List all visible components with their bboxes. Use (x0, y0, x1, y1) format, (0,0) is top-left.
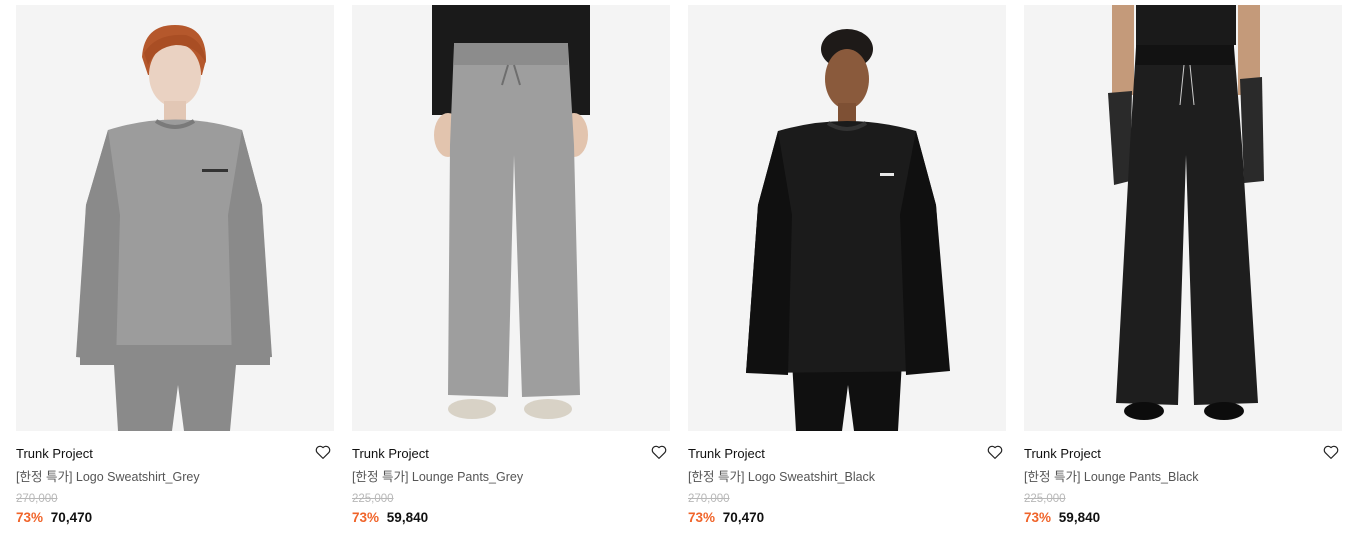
heart-outline-icon[interactable] (986, 443, 1004, 461)
product-name[interactable]: [한정 특가] Lounge Pants_Black (1024, 469, 1342, 485)
discount-rate: 73% (16, 510, 44, 525)
product-card[interactable]: Trunk Project [한정 특가] Lounge Pants_Black… (1024, 5, 1342, 526)
sale-price: 59,840 (1058, 510, 1101, 525)
sweatshirt-model-photo (746, 29, 950, 431)
product-image[interactable] (1024, 5, 1342, 431)
heart-outline-icon[interactable] (314, 443, 332, 461)
discount-rate: 73% (688, 510, 716, 525)
price-row: 73% 70,470 (16, 510, 334, 526)
original-price: 270,000 (688, 493, 730, 505)
product-image[interactable] (16, 5, 334, 431)
product-grid: Trunk Project [한정 특가] Logo Sweatshirt_Gr… (16, 5, 1342, 526)
product-card[interactable]: Trunk Project [한정 특가] Logo Sweatshirt_Gr… (16, 5, 334, 526)
discount-rate: 73% (1024, 510, 1052, 525)
brand-name[interactable]: Trunk Project (16, 446, 334, 462)
heart-outline-icon[interactable] (650, 443, 668, 461)
heart-outline-icon[interactable] (1322, 443, 1340, 461)
brand-name[interactable]: Trunk Project (1024, 446, 1342, 462)
sweatshirt-model-photo (76, 25, 272, 431)
product-name[interactable]: [한정 특가] Logo Sweatshirt_Black (688, 469, 1006, 485)
pants-model-photo (432, 5, 590, 419)
product-name[interactable]: [한정 특가] Logo Sweatshirt_Grey (16, 469, 334, 485)
product-card[interactable]: Trunk Project [한정 특가] Lounge Pants_Grey … (352, 5, 670, 526)
product-image[interactable] (352, 5, 670, 431)
product-name[interactable]: [한정 특가] Lounge Pants_Grey (352, 469, 670, 485)
brand-name[interactable]: Trunk Project (688, 446, 1006, 462)
original-price: 270,000 (16, 493, 58, 505)
price-row: 73% 59,840 (1024, 510, 1342, 526)
sale-price: 70,470 (50, 510, 93, 525)
price-row: 73% 70,470 (688, 510, 1006, 526)
sale-price: 70,470 (722, 510, 765, 525)
original-price: 225,000 (1024, 493, 1066, 505)
product-card[interactable]: Trunk Project [한정 특가] Logo Sweatshirt_Bl… (688, 5, 1006, 526)
sale-price: 59,840 (386, 510, 429, 525)
original-price: 225,000 (352, 493, 394, 505)
price-row: 73% 59,840 (352, 510, 670, 526)
pants-model-photo (1108, 5, 1264, 420)
discount-rate: 73% (352, 510, 380, 525)
brand-name[interactable]: Trunk Project (352, 446, 670, 462)
product-image[interactable] (688, 5, 1006, 431)
